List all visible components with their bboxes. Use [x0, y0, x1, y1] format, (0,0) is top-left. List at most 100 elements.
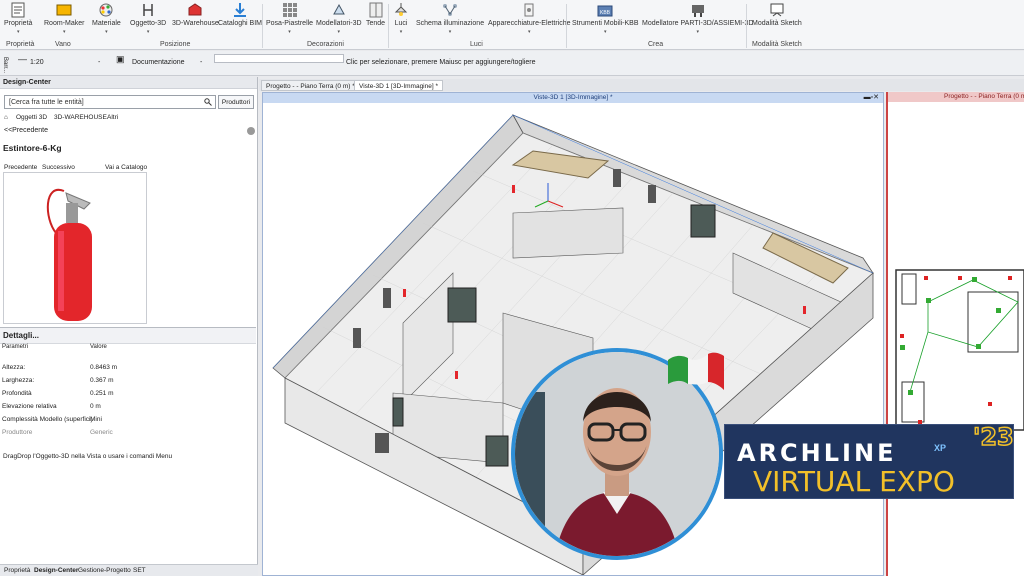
sketch-mode-button[interactable]: Modalità Sketch [752, 2, 802, 27]
group-separator [262, 4, 263, 48]
electrical-icon [524, 3, 534, 17]
object-preview[interactable] [3, 172, 147, 324]
modeler-icon [332, 3, 345, 15]
electrical-label: Apparecchiature-Elettriche [488, 20, 571, 27]
detail-row: Complessità Modello (superfici) Mini [2, 416, 102, 423]
detail-row: Profondità 0.251 m [2, 390, 114, 397]
brand-logo-text: ARCHLINE [737, 439, 897, 467]
app-window: Proprietà ▾ Room-Maker ▾ Materiale ▾ Ogg… [0, 0, 1024, 576]
expo-title: VIRTUAL EXPO [753, 465, 955, 498]
window-controls-icon[interactable]: ▬▫✕ [864, 93, 879, 101]
detail-row: Elevazione relativa 0 m [2, 403, 101, 410]
detail-key: Larghezza: [2, 377, 35, 384]
bim-catalogs-button[interactable]: Cataloghi BIM [218, 2, 262, 27]
next-link[interactable]: Successivo [42, 164, 75, 171]
manufacturers-button[interactable]: Produttori [218, 95, 254, 109]
search-placeholder: [Cerca fra tutte le entità] [9, 99, 84, 106]
lighting-scheme-button[interactable]: Schema illuminazione ▾ [416, 2, 484, 35]
electrical-button[interactable]: Apparecchiature-Elettriche ▾ [488, 2, 571, 35]
material-label: Materiale [92, 20, 121, 27]
ribbon: Proprietà ▾ Room-Maker ▾ Materiale ▾ Ogg… [0, 0, 1024, 50]
detail-value: 0.251 m [90, 390, 114, 397]
previous-link[interactable]: Precedente [4, 164, 37, 171]
chevron-down-icon: ▾ [448, 29, 452, 35]
line-icon: — [18, 54, 27, 64]
object-3d-button[interactable]: Oggetto-3D ▾ [130, 2, 166, 35]
parts-modeler-button[interactable]: Modellatore PARTI-3D/ASSIEMI-3D ▾ [642, 2, 753, 35]
properties-label: Proprietà [4, 20, 33, 27]
tile-laying-button[interactable]: Posa-Piastrelle ▾ [266, 2, 313, 35]
detail-row: Altezza: 0.8463 m [2, 364, 117, 371]
object-3d-label: Oggetto-3D [130, 20, 167, 27]
toolbar-dash: - [98, 59, 101, 66]
room-maker-label: Room-Maker [44, 20, 85, 27]
floor-plan-title: Progetto - - Piano Terra (0 m [888, 92, 1024, 102]
group-separator [746, 4, 747, 48]
toolbar-dash: - [200, 59, 203, 66]
tab-set[interactable]: SET [133, 567, 146, 574]
tab-project-management[interactable]: Gestione-Progetto [78, 567, 131, 574]
lighting-scheme-label: Schema illuminazione [416, 20, 485, 27]
material-button[interactable]: Materiale ▾ [92, 2, 121, 35]
detail-value: 0.8463 m [90, 364, 118, 371]
chevron-down-icon: ▾ [146, 29, 150, 35]
chevron-down-icon: ▾ [696, 29, 699, 35]
italian-flag [668, 352, 724, 390]
brand-year: '23 [972, 422, 1014, 452]
room-maker-button[interactable]: Room-Maker ▾ [44, 2, 84, 35]
group-label: Luci [470, 41, 483, 48]
go-to-catalog-link[interactable]: Vai a Catalogo [105, 164, 147, 171]
parts-modeler-icon [691, 5, 704, 17]
value-header: Valore [90, 344, 107, 350]
tab-3d-objects[interactable]: Oggetti 3D [16, 114, 47, 121]
command-input[interactable] [214, 54, 344, 63]
group-separator [566, 4, 567, 48]
chevron-down-icon: ▾ [337, 29, 341, 35]
detail-value: Mini [90, 416, 102, 423]
curtain-icon [369, 2, 383, 18]
bim-catalogs-label: Cataloghi BIM [218, 20, 262, 27]
tab-floor-plan[interactable]: Progetto - - Piano Terra (0 m) * [261, 80, 360, 91]
fire-extinguisher-image [46, 188, 92, 321]
detail-key: Complessità Modello (superfici) [2, 416, 93, 423]
lights-button[interactable]: Luci ▾ [392, 2, 410, 35]
group-separator [388, 4, 389, 48]
param-header: Parametri [2, 344, 29, 350]
tab-properties[interactable]: Proprietà [4, 567, 30, 574]
chevron-down-icon: ▾ [399, 29, 403, 35]
home-icon[interactable]: ⌂ [4, 114, 8, 121]
details-section: Dettagli... Parametri Valore Altezza: 0.8… [0, 327, 256, 447]
group-label: Modalità Sketch [752, 41, 802, 48]
floor-plan-viewport[interactable]: Progetto - - Piano Terra (0 m [886, 92, 1024, 576]
group-label: Vano [55, 41, 71, 48]
scale-value[interactable]: 1:20 [30, 59, 44, 66]
documentation-dropdown[interactable]: Documentazione [132, 59, 185, 66]
back-link[interactable]: <<Precedente [4, 127, 48, 134]
tab-design-center[interactable]: Design-Center [34, 567, 78, 574]
tab-others[interactable]: Altri [107, 114, 118, 121]
modelers-3d-button[interactable]: Modellatori-3D ▾ [316, 2, 362, 35]
dragdrop-hint: DragDrop l'Oggetto-3D nella Vista o usar… [3, 453, 173, 460]
chevron-down-icon: ▾ [16, 29, 20, 35]
tab-3d-warehouse[interactable]: 3D-WAREHOUSE [54, 114, 107, 121]
tab-3d-view[interactable]: Viste-3D 1 [3D-Immagine] * [354, 80, 443, 91]
detail-value: 0 m [90, 403, 101, 410]
kbb-icon: KBB [597, 5, 613, 17]
search-input[interactable]: [Cerca fra tutte le entità] [4, 95, 216, 109]
documentation-icon: ▣ [116, 54, 125, 64]
modelers-3d-label: Modellatori-3D [316, 20, 362, 27]
chevron-down-icon: ▾ [527, 29, 531, 35]
document-tabs: Progetto - - Piano Terra (0 m) * Viste-3… [259, 79, 1024, 91]
details-header-row: Parametri Valore [2, 344, 107, 350]
search-icon[interactable] [204, 98, 212, 106]
floor-plan-drawing [895, 269, 1024, 431]
close-icon[interactable] [247, 127, 255, 135]
kbb-tools-button[interactable]: KBB Strumenti Mobili-KBB ▾ [572, 2, 639, 35]
download-icon [233, 3, 246, 17]
item-title: Estintore-6-Kg [3, 143, 62, 153]
parts-modeler-label: Modellatore PARTI-3D/ASSIEMI-3D [642, 20, 754, 27]
detail-value: Generic [90, 429, 113, 436]
curtains-button[interactable]: Tende [366, 2, 385, 27]
3d-warehouse-button[interactable]: 3D-Warehouse [172, 2, 219, 27]
properties-button[interactable]: Proprietà ▾ [4, 2, 32, 35]
